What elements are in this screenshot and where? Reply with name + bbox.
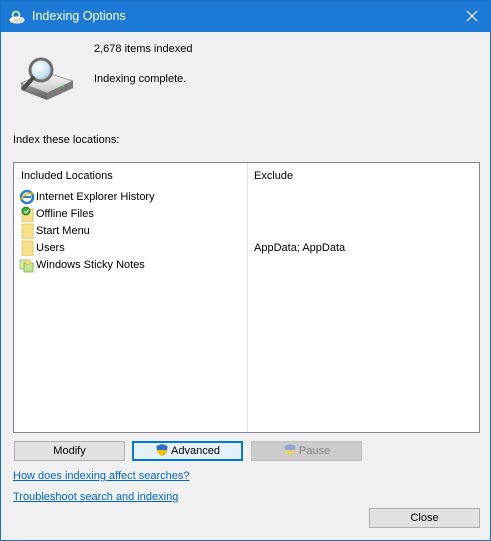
location-name: Internet Explorer History <box>36 191 155 203</box>
window-title: Indexing Options <box>32 9 126 23</box>
indexing-drive-magnifier-icon <box>17 53 75 105</box>
location-row-users[interactable]: Users AppData; AppData <box>14 240 479 257</box>
close-icon[interactable] <box>454 1 490 32</box>
pause-button-label: Pause <box>298 445 331 457</box>
location-row-windows-sticky-notes[interactable]: Windows Sticky Notes <box>14 257 479 274</box>
location-name: Start Menu <box>36 225 90 237</box>
location-row-offline-files[interactable]: Offline Files <box>14 206 479 223</box>
index-locations-label: Index these locations: <box>13 134 120 146</box>
indexing-status: Indexing complete. <box>94 73 187 85</box>
offline-files-icon <box>19 206 35 223</box>
indexing-options-icon <box>9 9 25 25</box>
location-exclude: AppData; AppData <box>254 242 346 254</box>
modify-button[interactable]: Modify <box>14 441 125 461</box>
close-button[interactable]: Close <box>369 508 480 528</box>
location-name: Offline Files <box>36 208 94 220</box>
title-bar[interactable]: Indexing Options <box>1 1 490 32</box>
indexing-options-window: Indexing Options 2,678 items indexed Ind… <box>0 0 491 541</box>
how-indexing-affects-searches-link[interactable]: How does indexing affect searches? <box>13 470 190 482</box>
uac-shield-icon <box>283 443 297 457</box>
sticky-notes-icon <box>19 257 35 273</box>
items-indexed-count: 2,678 items indexed <box>94 43 193 55</box>
troubleshoot-search-indexing-link[interactable]: Troubleshoot search and indexing <box>13 491 178 503</box>
location-name: Users <box>36 242 65 254</box>
folder-icon <box>19 223 35 240</box>
uac-shield-icon <box>155 443 169 457</box>
locations-list[interactable]: Included Locations Exclude Internet Expl… <box>13 162 480 433</box>
exclude-header[interactable]: Exclude <box>254 170 293 182</box>
pause-button[interactable]: Pause <box>251 441 362 461</box>
location-row-internet-explorer-history[interactable]: Internet Explorer History <box>14 189 479 206</box>
location-row-start-menu[interactable]: Start Menu <box>14 223 479 240</box>
folder-icon <box>19 240 35 257</box>
internet-explorer-icon <box>19 189 35 205</box>
location-name: Windows Sticky Notes <box>36 259 145 271</box>
advanced-button[interactable]: Advanced <box>132 441 243 461</box>
advanced-button-label: Advanced <box>171 445 220 457</box>
modify-button-label: Modify <box>53 445 86 457</box>
included-locations-header[interactable]: Included Locations <box>21 170 113 182</box>
close-button-label: Close <box>410 512 439 524</box>
